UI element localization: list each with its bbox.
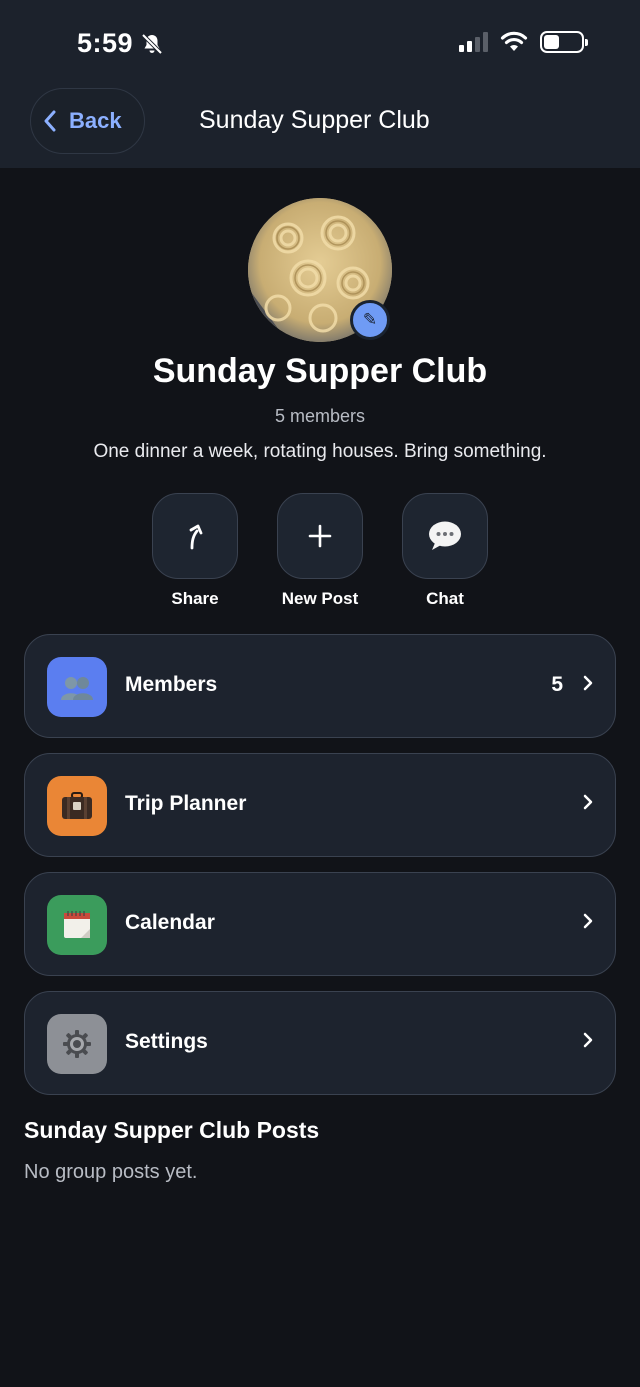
chevron-right-icon — [583, 913, 593, 929]
back-button[interactable]: Back — [30, 88, 145, 154]
share-button[interactable]: Share — [152, 493, 238, 609]
posts-section-title: Sunday Supper Club Posts — [24, 1117, 320, 1143]
posts-empty-state: No group posts yet. — [24, 1161, 198, 1183]
signal-icon — [459, 32, 488, 52]
row-calendar-label: Calendar — [125, 911, 215, 934]
chat-label: Chat — [426, 589, 464, 608]
share-icon — [189, 524, 203, 550]
chat-button-circle[interactable] — [402, 493, 488, 579]
row-trip-planner-label: Trip Planner — [125, 792, 247, 815]
battery-icon — [540, 31, 588, 53]
new-post-label: New Post — [281, 589, 359, 608]
share-label: Share — [171, 589, 219, 608]
chevron-right-icon — [583, 1032, 593, 1048]
group-avatar-container[interactable]: ✎ — [248, 198, 392, 342]
row-settings-label: Settings — [125, 1030, 208, 1053]
wifi-icon — [500, 31, 528, 51]
top-header: 5:59 Back Sunday Supper Club — [0, 0, 640, 168]
silent-bell-icon — [141, 33, 163, 54]
status-time: 5:59 — [77, 28, 164, 59]
share-button-circle[interactable] — [152, 493, 238, 579]
pencil-icon: ✎ — [362, 310, 378, 329]
chat-icon — [429, 521, 461, 550]
members-icon — [47, 657, 107, 717]
row-members-count: 5 — [551, 673, 563, 696]
row-trip-planner[interactable]: Trip Planner — [24, 753, 616, 857]
row-settings[interactable]: Settings — [24, 991, 616, 1095]
nav-title: Sunday Supper Club — [199, 106, 430, 134]
new-post-button-circle[interactable] — [277, 493, 363, 579]
chevron-right-icon — [583, 794, 593, 810]
new-post-button[interactable]: New Post — [277, 493, 363, 609]
chevron-left-icon — [44, 110, 56, 132]
status-icons — [459, 31, 588, 53]
calendar-icon — [47, 895, 107, 955]
gear-icon — [47, 1014, 107, 1074]
chevron-right-icon — [583, 675, 593, 691]
plus-icon — [308, 524, 332, 548]
group-description: One dinner a week, rotating houses. Brin… — [93, 441, 547, 462]
member-count: 5 members — [274, 406, 366, 426]
chat-button[interactable]: Chat — [402, 493, 488, 609]
row-members-label: Members — [125, 673, 218, 696]
suitcase-icon — [47, 776, 107, 836]
back-label: Back — [69, 108, 122, 133]
group-name: Sunday Supper Club — [152, 352, 488, 390]
status-time-text: 5:59 — [77, 28, 134, 58]
row-calendar[interactable]: Calendar — [24, 872, 616, 976]
row-members[interactable]: Members 5 — [24, 634, 616, 738]
edit-photo-button[interactable]: ✎ — [350, 300, 390, 340]
